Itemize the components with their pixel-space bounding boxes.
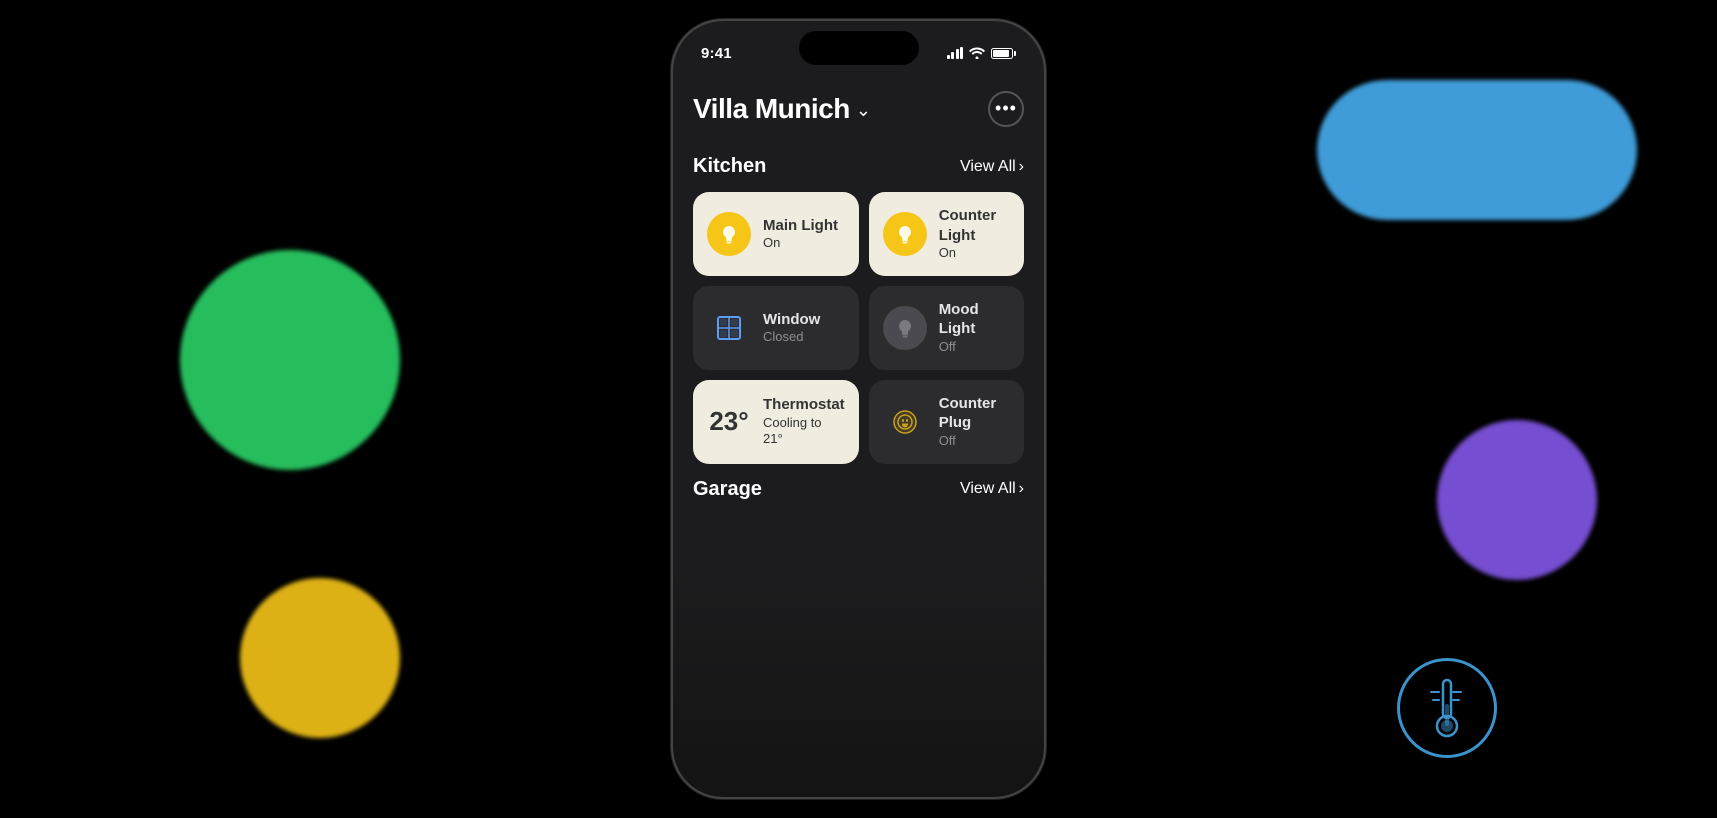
counter-plug-info: Counter Plug Off — [939, 394, 1010, 450]
thermometer-decoration — [1397, 658, 1497, 758]
blob-purple — [1437, 420, 1597, 580]
mood-light-status: Off — [939, 339, 1010, 356]
mood-light-info: Mood Light Off — [939, 300, 1010, 356]
kitchen-section-title: Kitchen — [693, 155, 766, 178]
window-card[interactable]: Window Closed — [693, 286, 859, 370]
garage-section-title: Garage — [693, 478, 762, 501]
thermostat-status: Cooling to 21° — [763, 415, 845, 449]
app-header: Villa Munich ⌄ ••• — [693, 83, 1024, 127]
screen: 9:41 — [673, 21, 1044, 797]
scroll-content: Villa Munich ⌄ ••• Kitchen View All › — [673, 71, 1044, 797]
main-light-card[interactable]: Main Light On — [693, 192, 859, 276]
location-name: Villa Munich — [693, 93, 850, 125]
main-light-name: Main Light — [763, 216, 838, 236]
counter-light-icon-wrap — [883, 212, 927, 256]
blob-blue — [1317, 80, 1637, 220]
plug-icon — [891, 408, 919, 436]
thermostat-name: Thermostat — [763, 395, 845, 415]
window-info: Window Closed — [763, 310, 820, 346]
main-light-status: On — [763, 235, 838, 252]
counter-light-info: Counter Light On — [939, 206, 1010, 262]
thermostat-info: Thermostat Cooling to 21° — [763, 395, 845, 448]
counter-light-status: On — [939, 245, 1010, 262]
location-title[interactable]: Villa Munich ⌄ — [693, 93, 871, 125]
bulb-on-icon-2 — [892, 221, 918, 247]
main-light-info: Main Light On — [763, 216, 838, 252]
mood-light-name: Mood Light — [939, 300, 1010, 339]
main-light-icon-wrap — [707, 212, 751, 256]
counter-plug-status: Off — [939, 433, 1010, 450]
counter-plug-name: Counter Plug — [939, 394, 1010, 433]
kitchen-view-all[interactable]: View All › — [960, 158, 1024, 176]
battery-icon — [991, 48, 1016, 59]
garage-view-all[interactable]: View All › — [960, 480, 1024, 498]
counter-plug-icon-wrap — [883, 400, 927, 444]
kitchen-section-header: Kitchen View All › — [693, 155, 1024, 178]
garage-section-header: Garage View All › — [693, 478, 1024, 501]
phone-frame: 9:41 — [671, 19, 1046, 799]
more-button[interactable]: ••• — [988, 91, 1024, 127]
window-icon-wrap — [707, 306, 751, 350]
blob-yellow — [240, 578, 400, 738]
thermostat-temp: 23° — [704, 406, 754, 437]
kitchen-device-grid: Main Light On Coun — [693, 192, 1024, 464]
status-icons — [947, 47, 1017, 59]
mood-light-card[interactable]: Mood Light Off — [869, 286, 1024, 370]
garage-chevron-right-icon: › — [1019, 480, 1024, 498]
bulb-off-icon — [892, 315, 918, 341]
dynamic-island — [799, 31, 919, 65]
chevron-right-icon: › — [1019, 158, 1024, 176]
window-status: Closed — [763, 329, 820, 346]
thermostat-card[interactable]: 23° Thermostat Cooling to 21° — [693, 380, 859, 464]
status-time: 9:41 — [701, 45, 732, 62]
signal-icon — [947, 47, 964, 59]
bulb-on-icon — [716, 221, 742, 247]
counter-light-name: Counter Light — [939, 206, 1010, 245]
chevron-down-icon: ⌄ — [856, 100, 871, 121]
thermostat-icon-wrap: 23° — [707, 400, 751, 444]
window-icon — [715, 314, 743, 342]
more-icon: ••• — [995, 99, 1017, 117]
counter-light-card[interactable]: Counter Light On — [869, 192, 1024, 276]
window-name: Window — [763, 310, 820, 330]
mood-light-icon-wrap — [883, 306, 927, 350]
wifi-icon — [969, 47, 985, 59]
counter-plug-card[interactable]: Counter Plug Off — [869, 380, 1024, 464]
blob-green — [180, 250, 400, 470]
